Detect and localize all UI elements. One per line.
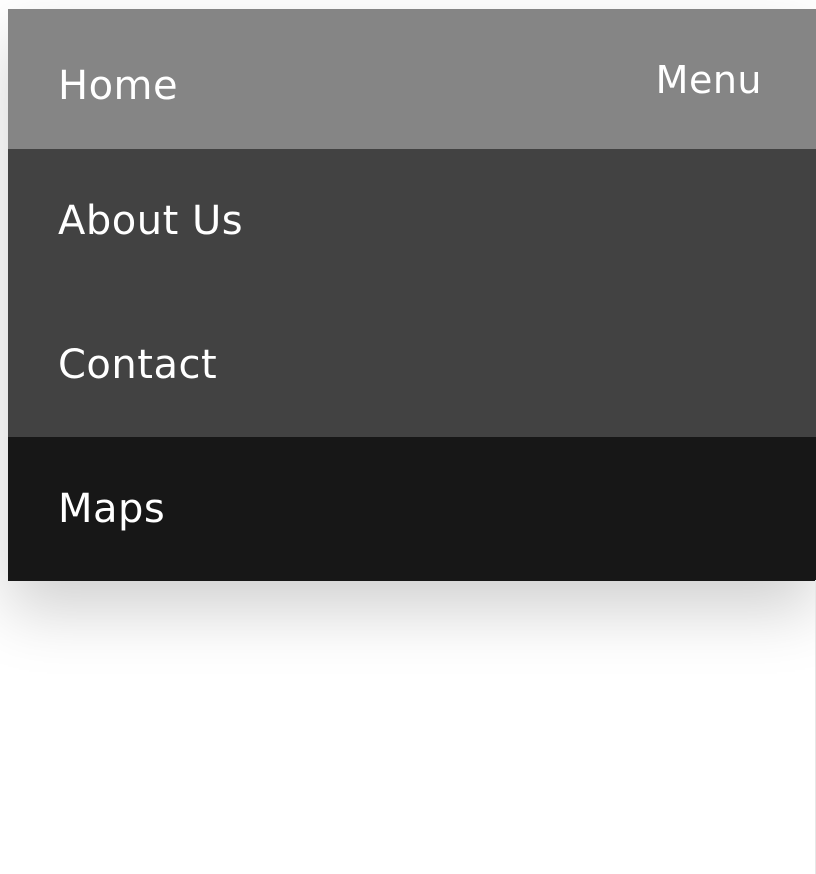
menu-item-maps[interactable]: Maps (8, 437, 816, 581)
home-link[interactable]: Home (58, 61, 178, 111)
menu-item-about-us[interactable]: About Us (8, 149, 816, 293)
menu-item-label: Contact (58, 342, 218, 388)
navigation-bar: Home Menu About Us Contact Maps (8, 9, 816, 581)
menu-item-contact[interactable]: Contact (8, 293, 816, 437)
menu-item-label: Maps (58, 486, 166, 532)
menu-toggle-button[interactable]: Menu (656, 55, 762, 105)
nav-header: Home Menu (8, 9, 816, 149)
menu-item-label: About Us (58, 198, 244, 244)
page: Home Menu About Us Contact Maps (0, 0, 816, 874)
